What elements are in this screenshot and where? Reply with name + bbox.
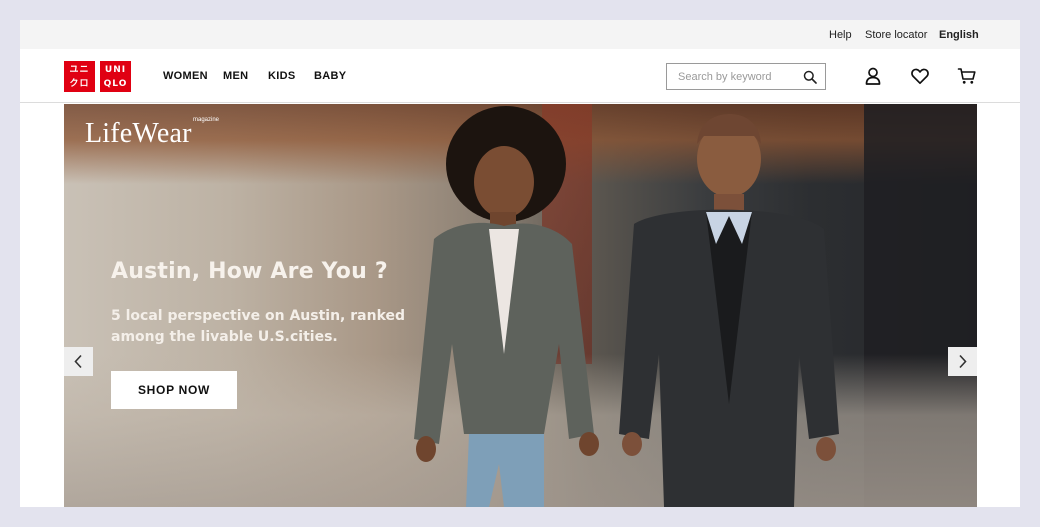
nav-kids[interactable]: KIDS xyxy=(268,70,295,82)
help-link[interactable]: Help xyxy=(829,29,852,41)
lifewear-magazine-label: magazine xyxy=(193,117,220,123)
nav-women[interactable]: WOMEN xyxy=(163,70,208,82)
search-input[interactable] xyxy=(667,64,795,89)
hero-banner[interactable]: LifeWear magazine Austin, How Are You ? … xyxy=(64,104,977,507)
shop-now-button[interactable]: SHOP NOW xyxy=(111,371,237,409)
carousel-prev-button[interactable] xyxy=(64,347,93,376)
language-selector[interactable]: English xyxy=(939,29,979,41)
uniqlo-logo[interactable]: ユニ クロ UNI QLO xyxy=(64,61,131,92)
cart-icon[interactable] xyxy=(957,66,977,86)
hero-subline: 5 local perspective on Austin, ranked am… xyxy=(111,308,406,345)
search-icon[interactable] xyxy=(803,70,817,84)
chevron-left-icon xyxy=(74,354,82,369)
hero-headline: Austin, How Are You ? xyxy=(111,259,388,284)
hero-man-image xyxy=(619,114,839,507)
chevron-right-icon xyxy=(959,354,967,369)
lifewear-wordmark: LifeWear xyxy=(85,118,192,149)
logo-tile-latin: UNI QLO xyxy=(100,61,131,92)
heart-icon[interactable] xyxy=(910,66,930,86)
logo-tile-katakana: ユニ クロ xyxy=(64,61,95,92)
carousel-next-button[interactable] xyxy=(948,347,977,376)
nav-men[interactable]: MEN xyxy=(223,70,248,82)
nav-baby[interactable]: BABY xyxy=(314,70,346,82)
page-frame: Help Store locator English ユニ クロ UNI QLO… xyxy=(20,20,1020,507)
store-locator-link[interactable]: Store locator xyxy=(865,29,927,41)
main-header: ユニ クロ UNI QLO WOMEN MEN KIDS BABY xyxy=(20,49,1020,103)
hero-woman-image xyxy=(414,106,599,507)
search-box xyxy=(666,63,826,90)
utility-bar: Help Store locator English xyxy=(20,20,1020,49)
account-icon[interactable] xyxy=(863,66,883,86)
